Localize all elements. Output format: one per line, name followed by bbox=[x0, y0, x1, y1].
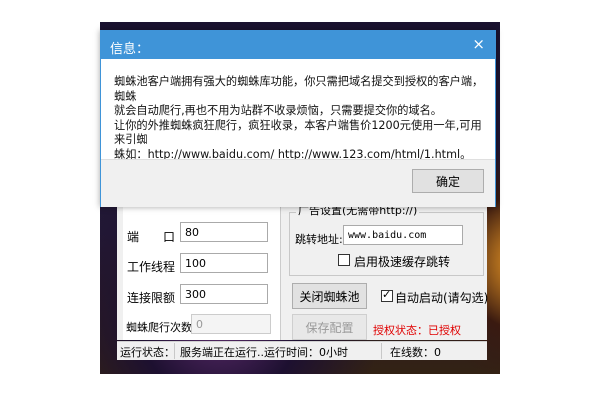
redirect-label: 跳转地址: bbox=[295, 233, 343, 246]
status-separator bbox=[381, 343, 382, 359]
message-line: 就会自动爬行,再也不用为站群不收录烦恼，只需要提交你的域名。 bbox=[114, 104, 442, 117]
status-separator bbox=[174, 343, 175, 359]
run-status-text: 服务端正在运行..运行时间：0小时 bbox=[180, 346, 348, 359]
crawl-count-input bbox=[191, 314, 271, 334]
status-bar: 运行状态： 服务端正在运行..运行时间：0小时 在线数：0 bbox=[117, 341, 487, 360]
auto-start-label: 自动启动(请勾选) bbox=[395, 291, 489, 305]
auth-status-text: 授权状态：已授权 bbox=[373, 324, 461, 337]
info-dialog: 信息： × 蜘蛛池客户端拥有强大的蜘蛛库功能，你只需把域名提交到授权的客户端，蜘… bbox=[100, 30, 496, 207]
connection-quota-label: 连接限额 bbox=[127, 291, 176, 305]
dialog-title-bar: 信息： × bbox=[101, 31, 495, 59]
close-pool-button[interactable]: 关闭蜘蛛池 bbox=[292, 283, 367, 309]
threads-input[interactable] bbox=[180, 253, 268, 273]
port-input[interactable] bbox=[180, 222, 268, 242]
save-config-button[interactable]: 保存配置 bbox=[292, 314, 367, 340]
message-line: 让你的外推蜘蛛疯狂爬行，疯狂收录，本客户端售价1200元使用一年,可用来引蜘 bbox=[114, 118, 482, 147]
dialog-message: 蜘蛛池客户端拥有强大的蜘蛛库功能，你只需把域名提交到授权的客户端，蜘蛛 就会自动… bbox=[114, 75, 484, 162]
run-status-label: 运行状态： bbox=[120, 346, 175, 359]
online-count-text: 在线数：0 bbox=[390, 346, 441, 359]
fast-cache-label: 启用极速缓存跳转 bbox=[354, 255, 451, 269]
redirect-url-input[interactable] bbox=[343, 225, 463, 245]
port-label: 端 口 bbox=[127, 230, 176, 244]
close-icon[interactable]: × bbox=[472, 35, 485, 53]
connection-quota-input[interactable] bbox=[180, 284, 268, 304]
crawl-count-label: 蜘蛛爬行次数 bbox=[126, 321, 192, 334]
dialog-title: 信息： bbox=[110, 42, 150, 57]
auto-start-checkbox[interactable] bbox=[381, 288, 393, 302]
ok-button[interactable]: 确定 bbox=[412, 169, 484, 193]
fast-cache-checkbox[interactable] bbox=[338, 254, 350, 266]
message-line: 蜘蛛池客户端拥有强大的蜘蛛库功能，你只需把域名提交到授权的客户端，蜘蛛 bbox=[114, 75, 484, 103]
threads-label: 工作线程 bbox=[127, 260, 176, 274]
